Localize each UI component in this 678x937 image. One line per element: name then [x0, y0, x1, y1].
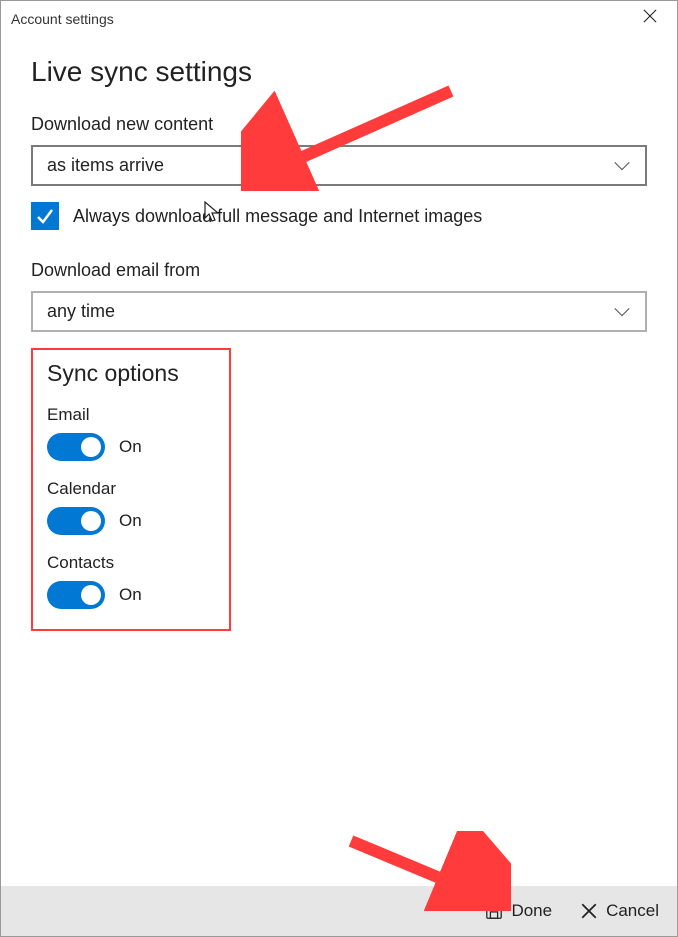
sync-email-group: Email On — [47, 405, 215, 461]
content-area: Live sync settings Download new content … — [1, 36, 677, 631]
chevron-down-icon — [613, 306, 631, 318]
cancel-button[interactable]: Cancel — [580, 901, 659, 921]
sync-email-toggle[interactable] — [47, 433, 105, 461]
done-button[interactable]: Done — [485, 901, 552, 921]
done-label: Done — [511, 901, 552, 921]
close-icon — [643, 9, 657, 23]
checkmark-icon — [35, 206, 55, 226]
sync-contacts-toggle[interactable] — [47, 581, 105, 609]
titlebar: Account settings — [1, 1, 677, 36]
close-button[interactable] — [635, 7, 665, 30]
sync-calendar-group: Calendar On — [47, 479, 215, 535]
sync-calendar-label: Calendar — [47, 479, 215, 499]
sync-options-heading: Sync options — [47, 360, 215, 387]
full-message-checkbox[interactable] — [31, 202, 59, 230]
chevron-down-icon — [613, 160, 631, 172]
sync-email-label: Email — [47, 405, 215, 425]
footer-bar: Done Cancel — [1, 886, 677, 936]
download-from-select[interactable]: any time — [31, 291, 647, 332]
download-content-select[interactable]: as items arrive — [31, 145, 647, 186]
sync-contacts-state: On — [119, 585, 142, 605]
save-icon — [485, 902, 503, 920]
download-from-label: Download email from — [31, 260, 647, 281]
close-icon — [580, 902, 598, 920]
window-title: Account settings — [11, 11, 114, 27]
sync-calendar-state: On — [119, 511, 142, 531]
full-message-label: Always download full message and Interne… — [73, 206, 482, 227]
sync-email-state: On — [119, 437, 142, 457]
download-content-label: Download new content — [31, 114, 647, 135]
download-content-value: as items arrive — [47, 155, 164, 176]
cancel-label: Cancel — [606, 901, 659, 921]
sync-contacts-label: Contacts — [47, 553, 215, 573]
full-message-checkbox-row: Always download full message and Interne… — [31, 202, 647, 230]
sync-contacts-group: Contacts On — [47, 553, 215, 609]
sync-options-section: Sync options Email On Calendar On Contac… — [31, 348, 231, 631]
page-heading: Live sync settings — [31, 56, 647, 88]
sync-calendar-toggle[interactable] — [47, 507, 105, 535]
download-from-value: any time — [47, 301, 115, 322]
